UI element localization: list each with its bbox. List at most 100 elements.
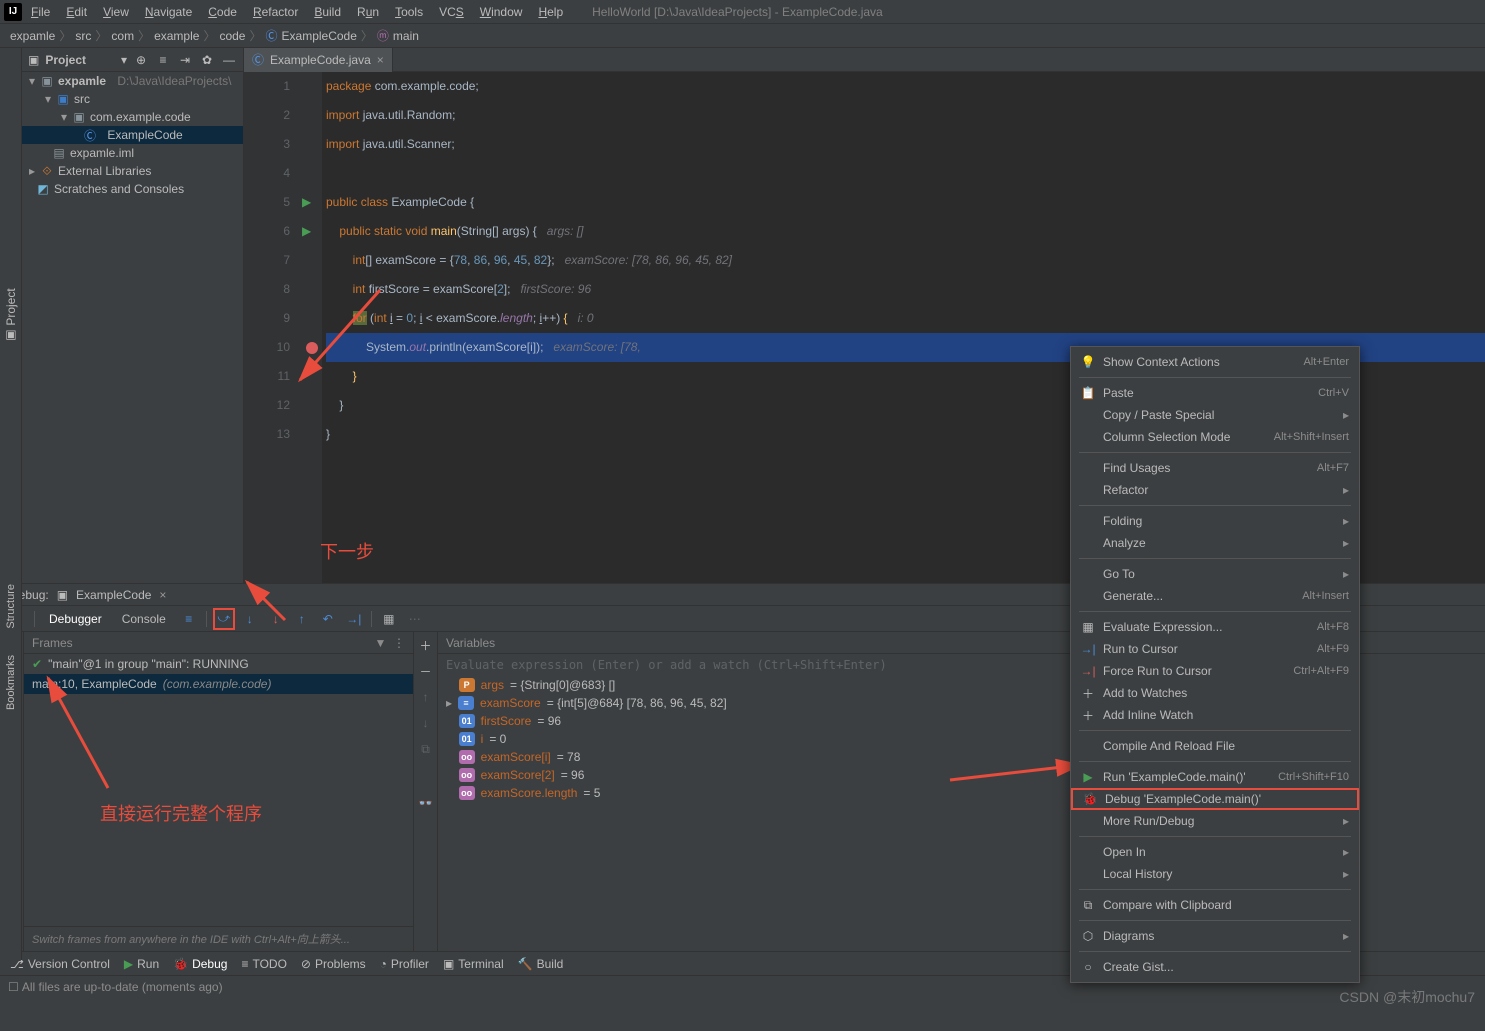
annot-run-whole: 直接运行完整个程序	[100, 800, 262, 826]
expand-all-icon[interactable]: ≡	[155, 52, 171, 68]
cm-paste[interactable]: 📋PasteCtrl+V	[1071, 382, 1359, 404]
cm-goto[interactable]: Go To▸	[1071, 563, 1359, 585]
run-to-cursor-icon[interactable]: →|	[343, 608, 365, 630]
menu-view[interactable]: View	[96, 2, 136, 22]
menu-tools[interactable]: Tools	[388, 2, 430, 22]
select-opened-icon[interactable]: ⊕	[133, 52, 149, 68]
remove-watch-icon[interactable]: －	[417, 662, 435, 680]
breadcrumb: expamle〉 src〉 com〉 example〉 code〉 ⒸExamp…	[0, 24, 1485, 48]
run-tab[interactable]: ▶ Run	[124, 957, 159, 971]
tree-pkg[interactable]: ▾▣com.example.code	[22, 108, 243, 126]
threads-icon[interactable]: ≡	[178, 608, 200, 630]
cm-debug-main[interactable]: 🐞Debug 'ExampleCode.main()'	[1071, 788, 1359, 810]
frames-more-icon[interactable]: ⋮	[393, 636, 405, 650]
hide-icon[interactable]: —	[221, 52, 237, 68]
cm-copy-paste-special[interactable]: Copy / Paste Special▸	[1071, 404, 1359, 426]
close-tab-icon[interactable]: ×	[377, 53, 384, 67]
menu-build[interactable]: Build	[307, 2, 348, 22]
filter-icon[interactable]: ▼	[374, 636, 386, 650]
tree-class[interactable]: Ⓒ ExampleCode	[22, 126, 243, 144]
menu-edit[interactable]: Edit	[59, 2, 94, 22]
bookmarks-tab[interactable]: Bookmarks	[5, 649, 17, 716]
thread-row[interactable]: ✔"main"@1 in group "main": RUNNING	[24, 654, 413, 674]
tree-src[interactable]: ▾▣src	[22, 90, 243, 108]
force-step-into-icon[interactable]: ↓	[265, 608, 287, 630]
crumb-4[interactable]: code	[219, 29, 245, 43]
tree-scratches[interactable]: ◩Scratches and Consoles	[22, 180, 243, 198]
cm-local-history[interactable]: Local History▸	[1071, 863, 1359, 885]
cm-add-watches[interactable]: ＋Add to Watches	[1071, 682, 1359, 704]
frames-hint: Switch frames from anywhere in the IDE w…	[24, 926, 413, 951]
cm-column-select[interactable]: Column Selection ModeAlt+Shift+Insert	[1071, 426, 1359, 448]
menu-window[interactable]: Window	[473, 2, 530, 22]
todo-tab[interactable]: ≡ TODO	[241, 957, 286, 971]
trace-icon[interactable]: ⋯	[404, 608, 426, 630]
cm-diagrams[interactable]: ⬡Diagrams▸	[1071, 925, 1359, 947]
menu-code[interactable]: Code	[201, 2, 244, 22]
menubar: IJ File Edit View Navigate Code Refactor…	[0, 0, 1485, 24]
down-icon[interactable]: ↓	[417, 714, 435, 732]
cm-run-main[interactable]: ▶Run 'ExampleCode.main()'Ctrl+Shift+F10	[1071, 766, 1359, 788]
settings-icon[interactable]: ✿	[199, 52, 215, 68]
debug-config-name[interactable]: ExampleCode	[76, 588, 151, 602]
console-tab[interactable]: Console	[114, 608, 174, 630]
editor-tab-example[interactable]: ⒸExampleCode.java×	[244, 48, 393, 72]
run-main-icon[interactable]: ▶	[302, 224, 311, 238]
step-over-icon[interactable]: ⤻	[213, 608, 235, 630]
cm-open-in[interactable]: Open In▸	[1071, 841, 1359, 863]
step-out-icon[interactable]: ↑	[291, 608, 313, 630]
copy-icon[interactable]: ⧉	[417, 740, 435, 758]
menu-help[interactable]: Help	[531, 2, 570, 22]
crumb-1[interactable]: src	[75, 29, 91, 43]
step-into-icon[interactable]: ↓	[239, 608, 261, 630]
menu-run[interactable]: Run	[350, 2, 386, 22]
menu-file[interactable]: File	[24, 2, 57, 22]
crumb-6[interactable]: main	[393, 29, 419, 43]
tree-iml[interactable]: ▤expamle.iml	[22, 144, 243, 162]
left-tool-strip: ▣ Project	[0, 48, 22, 583]
crumb-3[interactable]: example	[154, 29, 199, 43]
cm-evaluate[interactable]: ▦Evaluate Expression...Alt+F8	[1071, 616, 1359, 638]
crumb-2[interactable]: com	[111, 29, 134, 43]
cm-generate[interactable]: Generate...Alt+Insert	[1071, 585, 1359, 607]
menu-refactor[interactable]: Refactor	[246, 2, 305, 22]
cm-force-run-cursor[interactable]: →|Force Run to CursorCtrl+Alt+F9	[1071, 660, 1359, 682]
cm-find-usages[interactable]: Find UsagesAlt+F7	[1071, 457, 1359, 479]
annot-next-step: 下一步	[320, 538, 374, 564]
cm-run-cursor[interactable]: →|Run to CursorAlt+F9	[1071, 638, 1359, 660]
profiler-tab[interactable]: ◔ Profiler	[380, 957, 429, 971]
evaluate-icon[interactable]: ▦	[378, 608, 400, 630]
cm-create-gist[interactable]: ○Create Gist...	[1071, 956, 1359, 978]
cm-more-run[interactable]: More Run/Debug▸	[1071, 810, 1359, 832]
collapse-all-icon[interactable]: ⇥	[177, 52, 193, 68]
drop-frame-icon[interactable]: ↶	[317, 608, 339, 630]
debug-close-icon[interactable]: ×	[159, 588, 166, 602]
problems-tab[interactable]: ⊘ Problems	[301, 957, 366, 971]
menu-vcs[interactable]: VCS	[432, 2, 471, 22]
tree-root[interactable]: ▾▣expamle D:\Java\IdeaProjects\	[22, 72, 243, 90]
cm-folding[interactable]: Folding▸	[1071, 510, 1359, 532]
project-tool-tab[interactable]: ▣ Project	[1, 48, 21, 583]
cm-analyze[interactable]: Analyze▸	[1071, 532, 1359, 554]
new-watch-icon[interactable]: ＋	[417, 636, 435, 654]
debugger-tab[interactable]: Debugger	[41, 608, 110, 630]
vcs-tab[interactable]: ⎇ Version Control	[10, 957, 110, 971]
build-tab[interactable]: 🔨 Build	[518, 957, 564, 971]
crumb-5[interactable]: ExampleCode	[282, 29, 357, 43]
up-icon[interactable]: ↑	[417, 688, 435, 706]
frame-row-0[interactable]: main:10, ExampleCode (com.example.code)	[24, 674, 413, 694]
cm-compile-reload[interactable]: Compile And Reload File	[1071, 735, 1359, 757]
structure-tab[interactable]: Structure	[5, 578, 17, 635]
breakpoint-icon[interactable]	[306, 342, 318, 354]
cm-show-context[interactable]: 💡Show Context ActionsAlt+Enter	[1071, 351, 1359, 373]
glasses-icon[interactable]: 👓	[417, 794, 435, 812]
tree-ext-lib[interactable]: ▸⟐External Libraries	[22, 162, 243, 180]
terminal-tab[interactable]: ▣ Terminal	[443, 957, 504, 971]
cm-add-inline-watch[interactable]: ＋Add Inline Watch	[1071, 704, 1359, 726]
run-class-icon[interactable]: ▶	[302, 195, 311, 209]
menu-navigate[interactable]: Navigate	[138, 2, 199, 22]
cm-refactor[interactable]: Refactor▸	[1071, 479, 1359, 501]
crumb-0[interactable]: expamle	[10, 29, 55, 43]
debug-tab[interactable]: 🐞 Debug	[173, 957, 227, 971]
cm-compare-clipboard[interactable]: ⧉Compare with Clipboard	[1071, 894, 1359, 916]
